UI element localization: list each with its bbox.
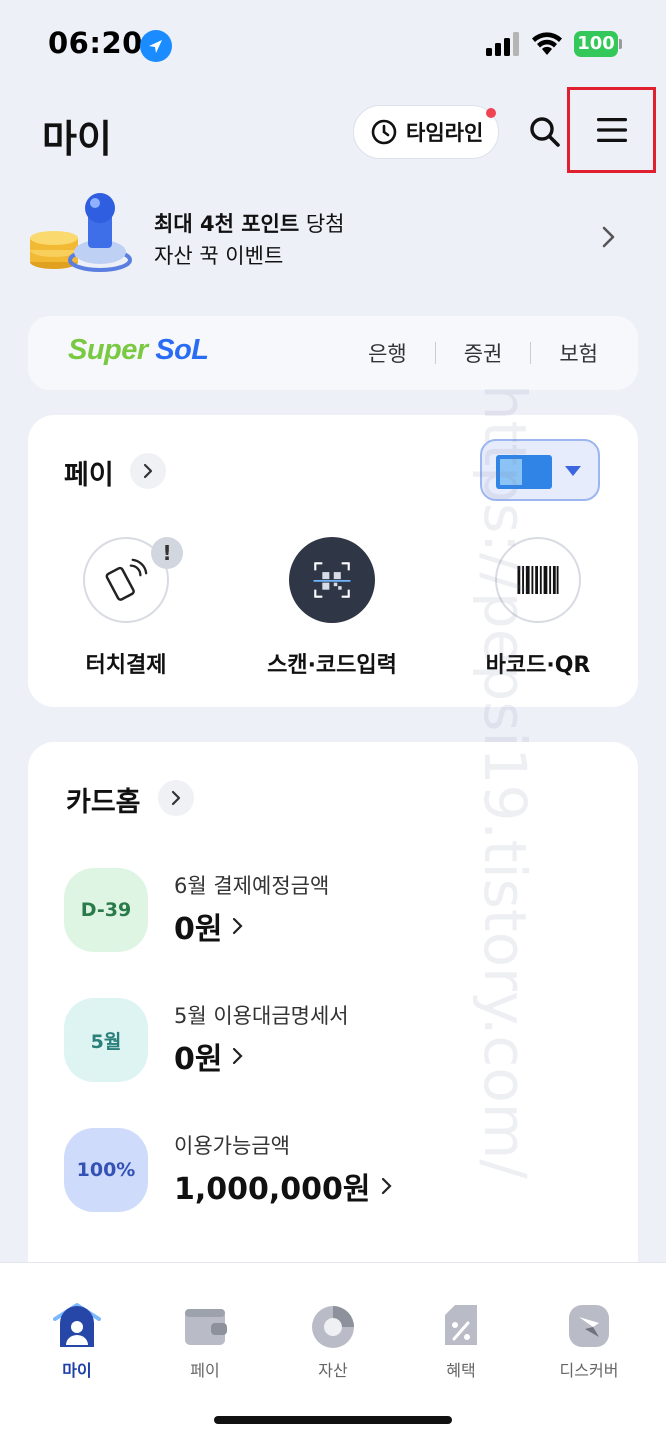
row-label: 이용가능금액 [174,1134,290,1158]
chevron-right-icon [602,226,615,248]
hamburger-menu-icon [596,118,627,142]
battery-indicator: 100 [574,31,622,57]
status-bar: 06:20 100 [0,0,666,90]
scan-code-button[interactable]: 스캔·코드입력 [242,537,422,679]
nav-pay[interactable]: 페이 [150,1301,260,1381]
link-securities[interactable]: 증권 [464,338,503,368]
page-title: 마이 [42,117,112,161]
chevron-right-icon [143,463,153,479]
pay-title[interactable]: 페이 [64,453,114,492]
wifi-icon [532,32,562,55]
d-day-badge: D-39 [64,868,148,952]
nav-assets[interactable]: 자산 [278,1301,388,1381]
alert-badge-icon: ! [151,537,183,569]
supersol-links: 은행 증권 보험 [368,338,598,368]
timeline-label: 타임라인 [406,121,484,145]
pay-more-button[interactable] [130,453,166,489]
pay-item-label: 스캔·코드입력 [267,653,397,678]
nav-benefits[interactable]: 혜택 [406,1301,516,1381]
qr-scan-icon [313,562,351,598]
row-value: 0원 [174,1034,244,1078]
nav-discover[interactable]: 디스커버 [534,1301,644,1381]
supersol-bar: Super SoL 은행 증권 보험 [28,316,638,390]
coupon-tag-icon [445,1305,477,1345]
event-subtitle: 자산 꾹 이벤트 [154,244,284,268]
battery-level: 100 [574,31,618,57]
card-home-more-button[interactable] [158,780,194,816]
percent-badge: 100% [64,1128,148,1212]
row-label: 5월 이용대금명세서 [174,1004,349,1028]
caret-down-icon [565,466,581,476]
row-label: 6월 결제예정금액 [174,874,330,898]
wallet-icon [185,1309,227,1345]
link-insurance[interactable]: 보험 [559,338,598,368]
pay-section: 페이 ! 터치결제 스캔·코드입력 바코드·QR [28,415,638,707]
nav-label: 디스커버 [559,1361,619,1380]
chevron-right-icon [233,917,244,935]
chevron-right-icon [381,1177,392,1195]
supersol-logo[interactable]: Super SoL [68,334,209,367]
chevron-right-icon [171,790,181,806]
touch-pay-button[interactable]: ! 터치결제 [36,537,216,679]
search-icon[interactable] [528,115,562,149]
link-bank[interactable]: 은행 [368,338,407,368]
touch-pay-icon [105,558,148,601]
home-person-icon [53,1303,101,1347]
compass-icon [569,1305,609,1347]
nav-my[interactable]: 마이 [22,1301,132,1381]
card-home-section: 카드홈 D-39 6월 결제예정금액 0원 5월 5월 이용대금명세서 0원 1… [28,742,638,1302]
card-home-title[interactable]: 카드홈 [66,780,141,819]
nav-label: 혜택 [446,1361,476,1380]
clock-icon [371,119,397,145]
cellular-signal-icon [486,32,519,56]
nav-label: 마이 [62,1361,92,1380]
event-banner[interactable]: 최대 4천 포인트 당첨 자산 꾹 이벤트 [22,188,632,288]
menu-button[interactable] [567,87,656,173]
bottom-nav: 마이 페이 자산 혜택 디스커버 [0,1262,666,1440]
row-value: 0원 [174,904,244,948]
home-indicator [214,1416,452,1424]
event-title: 최대 4천 포인트 당첨 [154,212,345,236]
month-badge: 5월 [64,998,148,1082]
location-arrow-icon [140,30,172,62]
nav-label: 페이 [190,1361,220,1380]
pay-item-label: 터치결제 [85,653,167,678]
row-value: 1,000,000원 [174,1164,392,1208]
chevron-right-icon [233,1047,244,1065]
nav-label: 자산 [318,1361,348,1380]
stamp-coins-illustration-icon [30,193,132,272]
watermark: https://pepsi19.tistory.com/ [471,384,539,1179]
timeline-button[interactable]: 타임라인 [353,105,499,159]
pie-chart-icon [312,1306,354,1348]
notification-dot [486,108,496,118]
status-time: 06:20 [48,26,143,60]
